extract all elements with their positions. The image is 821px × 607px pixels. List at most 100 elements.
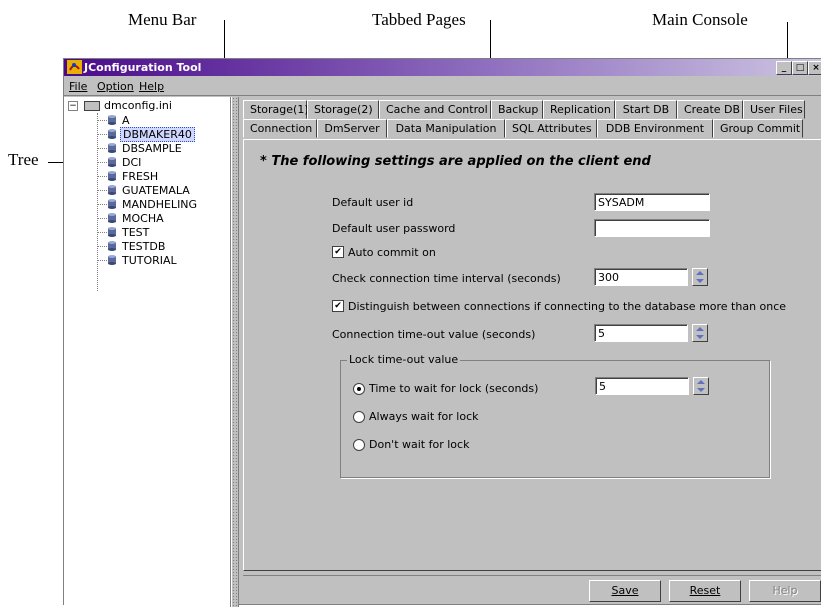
tree-item-label: A (122, 113, 130, 127)
tab-data-manipulation[interactable]: Data Manipulation (387, 119, 505, 138)
tree-item-label: DBSAMPLE (122, 141, 182, 155)
window-title: JConfiguration Tool (84, 61, 202, 74)
reset-button[interactable]: Reset (669, 580, 741, 602)
tab-user-files[interactable]: User Files (743, 100, 805, 119)
tree-guide-line (97, 190, 107, 191)
database-icon (108, 115, 116, 125)
lock-wait-spinner[interactable] (693, 377, 709, 395)
tab-group-commit[interactable]: Group Commit (713, 119, 803, 138)
tree-guide-line (97, 162, 107, 163)
collapse-icon[interactable]: − (68, 100, 78, 111)
ini-file-icon (84, 100, 100, 111)
spinner-down-icon[interactable] (697, 388, 705, 392)
menu-help[interactable]: Help (139, 80, 164, 93)
tree-guide-line (97, 113, 98, 291)
timeout-spinner[interactable] (692, 324, 708, 342)
tree-item[interactable]: DBSAMPLE (108, 141, 184, 155)
callout-main-console: Main Console (652, 10, 748, 29)
tree-item[interactable]: TEST (108, 225, 151, 239)
tree-item[interactable]: A (108, 113, 132, 127)
minimize-button[interactable]: _ (776, 61, 792, 75)
menu-file[interactable]: File (69, 80, 87, 93)
tree-guide-line (97, 204, 107, 205)
spinner-down-icon[interactable] (696, 279, 704, 283)
settings-heading: * The following settings are applied on … (260, 154, 651, 169)
default-user-id-field[interactable]: SYSADM (594, 193, 710, 211)
tree-item-label: MANDHELING (122, 197, 198, 211)
tab-dmserver[interactable]: DmServer (317, 119, 387, 138)
menu-option[interactable]: Option (97, 80, 134, 93)
tab-start-db[interactable]: Start DB (615, 100, 677, 119)
tab-ddb-environment[interactable]: DDB Environment (597, 119, 713, 138)
lock-timeout-group-title: Lock time-out value (347, 353, 461, 366)
tree-guide-line (97, 120, 107, 121)
tree-item[interactable]: MANDHELING (108, 197, 199, 211)
tree-item[interactable]: DBMAKER40 (108, 126, 195, 142)
tree-guide-line (97, 134, 107, 135)
lock-wait-seconds-radio[interactable] (353, 383, 365, 395)
spinner-up-icon[interactable] (696, 327, 704, 331)
always-wait-label: Always wait for lock (369, 410, 479, 423)
database-icon (108, 129, 116, 139)
database-icon (108, 199, 116, 209)
tree-item[interactable]: DCI (108, 155, 143, 169)
help-button[interactable]: Help (749, 580, 821, 602)
menu-bar: File Option Help (64, 77, 821, 96)
tab-storage-1[interactable]: Storage(1) (243, 100, 309, 119)
tab-row-top: Storage(1) Storage(2) Cache and Control Bac… (243, 100, 821, 119)
auto-commit-checkbox[interactable]: ✔ (332, 246, 344, 258)
spinner-up-icon[interactable] (696, 271, 704, 275)
distinguish-label: Distinguish between connections if conne… (348, 300, 787, 313)
callout-tabbed-pages: Tabbed Pages (372, 10, 466, 29)
tree-item-label: TEST (122, 225, 150, 239)
split-pane-divider[interactable] (231, 97, 239, 607)
tree-panel: − dmconfig.ini A DBMAKER40 DBSAMPLE DCI FRES… (64, 97, 231, 607)
default-user-password-field[interactable] (594, 219, 710, 237)
tree-root[interactable]: − dmconfig.ini (68, 99, 172, 112)
tree-item-label: GUATEMALA (122, 183, 190, 197)
title-bar[interactable]: JConfiguration Tool _ □ × (64, 59, 821, 76)
spinner-down-icon[interactable] (696, 335, 704, 339)
save-button[interactable]: Save (589, 580, 661, 602)
check-interval-field[interactable]: 300 (594, 268, 688, 286)
tab-create-db[interactable]: Create DB (677, 100, 743, 119)
tree-item-label: TUTORIAL (122, 253, 177, 267)
tree-item[interactable]: GUATEMALA (108, 183, 192, 197)
tree-guide-line (97, 232, 107, 233)
tab-connection[interactable]: Connection (243, 119, 317, 138)
tab-replication[interactable]: Replication (543, 100, 615, 119)
tab-sql-attributes[interactable]: SQL Attributes (505, 119, 597, 138)
tab-cache-and-control[interactable]: Cache and Control (379, 100, 491, 119)
tree-item[interactable]: MOCHA (108, 211, 166, 225)
callout-tree: Tree (8, 150, 39, 169)
database-icon (108, 143, 116, 153)
tree-item-label: TESTDB (122, 239, 166, 253)
tree-item-label: FRESH (122, 169, 159, 183)
tree-guide-line (97, 218, 107, 219)
tab-storage-2[interactable]: Storage(2) (307, 100, 379, 119)
java-app-icon (67, 60, 82, 74)
tree-root-label: dmconfig.ini (104, 99, 172, 112)
tree-guide-line (97, 148, 107, 149)
close-button[interactable]: × (808, 61, 821, 75)
tree-item[interactable]: FRESH (108, 169, 160, 183)
distinguish-checkbox[interactable]: ✔ (332, 300, 344, 312)
database-icon (108, 185, 116, 195)
dont-wait-radio[interactable] (353, 439, 365, 451)
tree-item-label: MOCHA (122, 211, 164, 225)
always-wait-radio[interactable] (353, 411, 365, 423)
maximize-button[interactable]: □ (792, 61, 808, 75)
database-icon (108, 157, 116, 167)
spinner-up-icon[interactable] (697, 380, 705, 384)
tab-row-bottom: Connection DmServer Data Manipulation SQL A… (243, 119, 821, 138)
lock-wait-seconds-field[interactable]: 5 (595, 377, 689, 395)
tree-item[interactable]: TUTORIAL (108, 253, 179, 267)
check-interval-spinner[interactable] (692, 268, 708, 286)
timeout-field[interactable]: 5 (594, 324, 688, 342)
app-window: JConfiguration Tool _ □ × File Option He… (63, 58, 821, 607)
lock-wait-seconds-label: Time to wait for lock (seconds) (369, 382, 539, 395)
tab-backup[interactable]: Backup (491, 100, 543, 119)
tree-item[interactable]: TESTDB (108, 239, 167, 253)
lock-timeout-group: Lock time-out value Time to wait for loc… (340, 353, 770, 478)
tree-guide-line (97, 246, 107, 247)
